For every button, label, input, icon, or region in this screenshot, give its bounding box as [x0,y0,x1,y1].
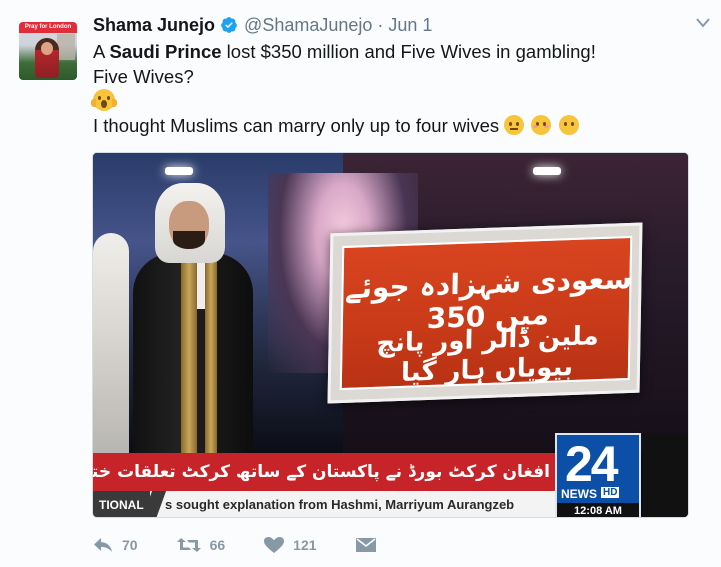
channel-news: NEWS [561,487,597,501]
urdu-ticker: افغان کرکٹ بورڈ نے پاکستان کے ساتھ کرکٹ … [93,453,558,491]
chevron-down-icon[interactable] [695,16,711,30]
headline-panel: سعودی شہزادہ جوئے میں 350 ملین ڈالر اور … [339,235,633,391]
channel-logo: 24 NEWS HD 12:08 AM [555,433,641,517]
handle[interactable]: @ShamaJunejo [244,15,372,36]
retweet-icon [176,538,201,552]
retweet-count: 66 [209,537,226,553]
scream-emoji-icon [91,89,117,111]
headline-line-2: ملین ڈالر اور پانچ بیویاں ہار گیا [376,321,599,388]
neutral-face-emoji-icon [504,114,525,135]
avatar-caption: Pray for London [19,22,77,33]
like-count: 121 [293,537,317,553]
ticker-text: s sought explanation from Hashmi, Marriy… [165,497,515,512]
channel-hd: HD [601,487,620,498]
separator-dot: · [377,14,384,35]
display-name[interactable]: Shama Junejo [93,15,215,36]
bold-phrase: Saudi Prince [109,41,222,62]
tweet-card[interactable]: Pray for London Shama Junejo @ShamaJunej… [0,0,721,567]
tweet-header: Shama Junejo @ShamaJunejo · Jun 1 [93,14,432,36]
retweet-button[interactable]: 66 [176,536,226,554]
direct-message-button[interactable] [355,536,385,554]
reply-count: 70 [122,537,138,553]
tweet-media-image[interactable]: سعودی شہزادہ جوئے میں 350 ملین ڈالر اور … [92,152,689,518]
bystander-figure [93,233,129,453]
reply-icon [94,538,112,552]
flushed-face-emoji-icon [531,114,552,135]
english-ticker: TIONAL s sought explanation from Hashmi,… [93,491,558,517]
tweet-line-4: I thought Muslims can marry only up to f… [93,114,693,139]
tweet-text: A Saudi Prince lost $350 million and Fiv… [91,40,693,139]
tweet-line-1: A Saudi Prince lost $350 million and Fiv… [93,41,596,62]
broadcast-clock: 12:08 AM [557,503,639,517]
reply-button[interactable]: 70 [92,536,138,554]
no-mouth-emoji-icon [558,114,579,135]
like-button[interactable]: 121 [263,536,317,554]
envelope-icon [355,538,376,552]
tweet-line-3 [91,89,693,114]
tweet-line-2: Five Wives? [93,65,194,87]
heart-icon [264,537,285,553]
avatar[interactable]: Pray for London [19,22,77,80]
tweet-actions: 70 66 121 [92,532,423,558]
channel-number: 24 [565,436,619,492]
verified-badge-icon [221,17,237,33]
ticker-label: TIONAL [93,491,150,517]
timestamp-link[interactable]: Jun 1 [388,15,432,36]
